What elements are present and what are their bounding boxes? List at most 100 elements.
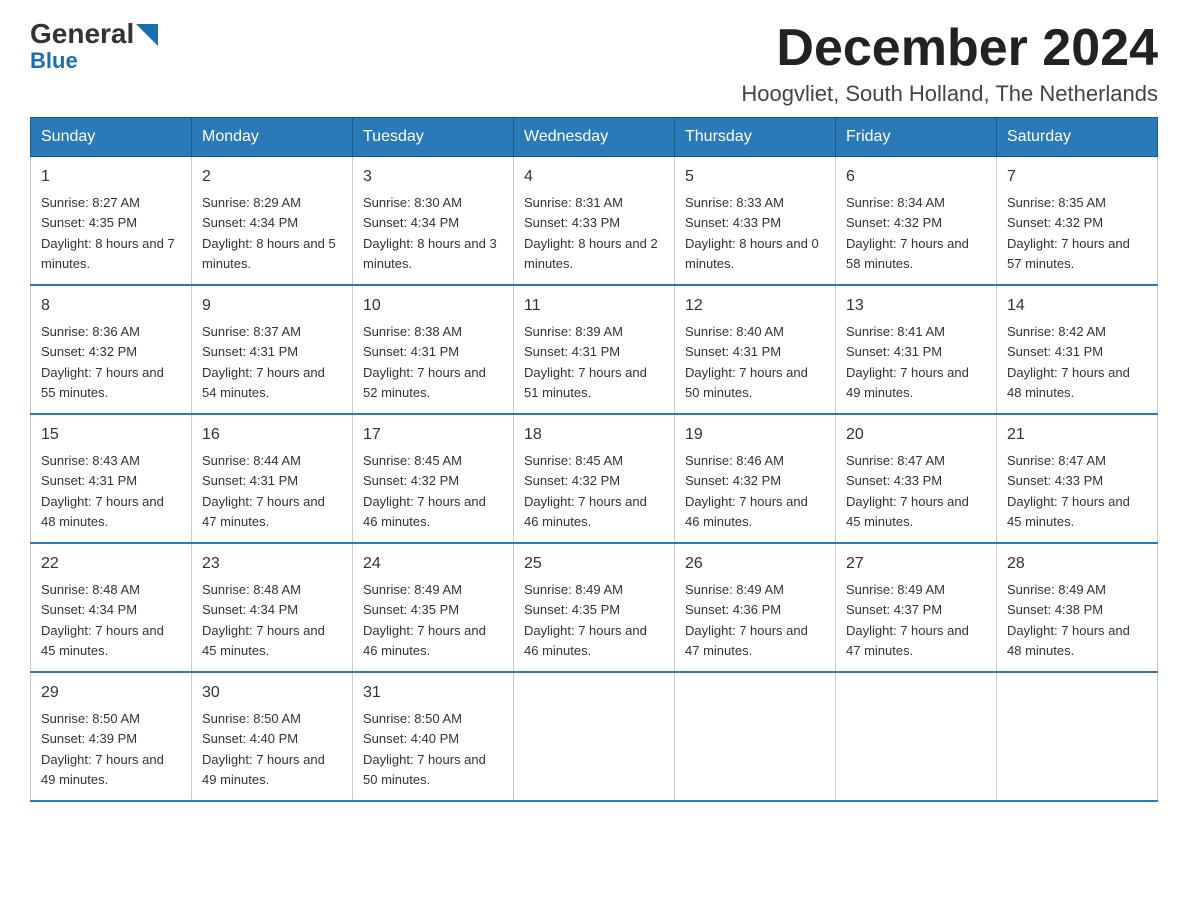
day-info: Sunrise: 8:36 AMSunset: 4:32 PMDaylight:… — [41, 324, 164, 400]
day-number: 4 — [524, 165, 664, 189]
calendar-cell: 27 Sunrise: 8:49 AMSunset: 4:37 PMDaylig… — [836, 543, 997, 672]
day-info: Sunrise: 8:29 AMSunset: 4:34 PMDaylight:… — [202, 195, 336, 271]
calendar-cell: 20 Sunrise: 8:47 AMSunset: 4:33 PMDaylig… — [836, 414, 997, 543]
calendar-cell: 16 Sunrise: 8:44 AMSunset: 4:31 PMDaylig… — [192, 414, 353, 543]
header: General Blue December 2024 Hoogvliet, So… — [30, 20, 1158, 107]
day-number: 10 — [363, 294, 503, 318]
day-info: Sunrise: 8:40 AMSunset: 4:31 PMDaylight:… — [685, 324, 808, 400]
calendar-cell: 14 Sunrise: 8:42 AMSunset: 4:31 PMDaylig… — [997, 285, 1158, 414]
day-number: 26 — [685, 552, 825, 576]
day-number: 28 — [1007, 552, 1147, 576]
logo-arrow-icon — [136, 24, 158, 46]
day-number: 7 — [1007, 165, 1147, 189]
day-info: Sunrise: 8:33 AMSunset: 4:33 PMDaylight:… — [685, 195, 819, 271]
day-number: 9 — [202, 294, 342, 318]
day-number: 25 — [524, 552, 664, 576]
day-number: 8 — [41, 294, 181, 318]
day-number: 3 — [363, 165, 503, 189]
day-info: Sunrise: 8:50 AMSunset: 4:40 PMDaylight:… — [363, 711, 486, 787]
day-number: 2 — [202, 165, 342, 189]
day-info: Sunrise: 8:49 AMSunset: 4:37 PMDaylight:… — [846, 582, 969, 658]
calendar-cell: 31 Sunrise: 8:50 AMSunset: 4:40 PMDaylig… — [353, 672, 514, 801]
title-area: December 2024 Hoogvliet, South Holland, … — [741, 20, 1158, 107]
day-info: Sunrise: 8:50 AMSunset: 4:39 PMDaylight:… — [41, 711, 164, 787]
calendar-cell: 26 Sunrise: 8:49 AMSunset: 4:36 PMDaylig… — [675, 543, 836, 672]
calendar-cell: 8 Sunrise: 8:36 AMSunset: 4:32 PMDayligh… — [31, 285, 192, 414]
day-info: Sunrise: 8:49 AMSunset: 4:35 PMDaylight:… — [524, 582, 647, 658]
day-info: Sunrise: 8:47 AMSunset: 4:33 PMDaylight:… — [1007, 453, 1130, 529]
day-number: 29 — [41, 681, 181, 705]
day-info: Sunrise: 8:49 AMSunset: 4:38 PMDaylight:… — [1007, 582, 1130, 658]
day-info: Sunrise: 8:45 AMSunset: 4:32 PMDaylight:… — [524, 453, 647, 529]
calendar-cell: 1 Sunrise: 8:27 AMSunset: 4:35 PMDayligh… — [31, 157, 192, 286]
calendar-body: 1 Sunrise: 8:27 AMSunset: 4:35 PMDayligh… — [31, 157, 1158, 802]
calendar-cell: 21 Sunrise: 8:47 AMSunset: 4:33 PMDaylig… — [997, 414, 1158, 543]
day-info: Sunrise: 8:43 AMSunset: 4:31 PMDaylight:… — [41, 453, 164, 529]
calendar-week-row: 29 Sunrise: 8:50 AMSunset: 4:39 PMDaylig… — [31, 672, 1158, 801]
day-info: Sunrise: 8:44 AMSunset: 4:31 PMDaylight:… — [202, 453, 325, 529]
day-info: Sunrise: 8:48 AMSunset: 4:34 PMDaylight:… — [41, 582, 164, 658]
weekday-header-sunday: Sunday — [31, 118, 192, 157]
calendar-cell: 2 Sunrise: 8:29 AMSunset: 4:34 PMDayligh… — [192, 157, 353, 286]
calendar-cell — [675, 672, 836, 801]
calendar-cell: 15 Sunrise: 8:43 AMSunset: 4:31 PMDaylig… — [31, 414, 192, 543]
calendar-cell: 7 Sunrise: 8:35 AMSunset: 4:32 PMDayligh… — [997, 157, 1158, 286]
calendar-cell — [514, 672, 675, 801]
day-info: Sunrise: 8:49 AMSunset: 4:36 PMDaylight:… — [685, 582, 808, 658]
logo: General Blue — [30, 20, 158, 72]
day-number: 18 — [524, 423, 664, 447]
day-number: 12 — [685, 294, 825, 318]
day-info: Sunrise: 8:39 AMSunset: 4:31 PMDaylight:… — [524, 324, 647, 400]
day-number: 15 — [41, 423, 181, 447]
calendar-cell: 10 Sunrise: 8:38 AMSunset: 4:31 PMDaylig… — [353, 285, 514, 414]
calendar-cell: 3 Sunrise: 8:30 AMSunset: 4:34 PMDayligh… — [353, 157, 514, 286]
calendar-cell: 24 Sunrise: 8:49 AMSunset: 4:35 PMDaylig… — [353, 543, 514, 672]
day-number: 30 — [202, 681, 342, 705]
day-number: 22 — [41, 552, 181, 576]
day-info: Sunrise: 8:27 AMSunset: 4:35 PMDaylight:… — [41, 195, 175, 271]
day-number: 11 — [524, 294, 664, 318]
calendar-cell: 13 Sunrise: 8:41 AMSunset: 4:31 PMDaylig… — [836, 285, 997, 414]
calendar-cell: 19 Sunrise: 8:46 AMSunset: 4:32 PMDaylig… — [675, 414, 836, 543]
day-info: Sunrise: 8:35 AMSunset: 4:32 PMDaylight:… — [1007, 195, 1130, 271]
day-info: Sunrise: 8:41 AMSunset: 4:31 PMDaylight:… — [846, 324, 969, 400]
day-info: Sunrise: 8:38 AMSunset: 4:31 PMDaylight:… — [363, 324, 486, 400]
calendar-header: SundayMondayTuesdayWednesdayThursdayFrid… — [31, 118, 1158, 157]
calendar-cell: 11 Sunrise: 8:39 AMSunset: 4:31 PMDaylig… — [514, 285, 675, 414]
day-number: 20 — [846, 423, 986, 447]
calendar-cell: 22 Sunrise: 8:48 AMSunset: 4:34 PMDaylig… — [31, 543, 192, 672]
weekday-header-monday: Monday — [192, 118, 353, 157]
day-info: Sunrise: 8:45 AMSunset: 4:32 PMDaylight:… — [363, 453, 486, 529]
calendar-cell: 6 Sunrise: 8:34 AMSunset: 4:32 PMDayligh… — [836, 157, 997, 286]
calendar-cell — [836, 672, 997, 801]
calendar-cell: 23 Sunrise: 8:48 AMSunset: 4:34 PMDaylig… — [192, 543, 353, 672]
calendar-cell — [997, 672, 1158, 801]
day-info: Sunrise: 8:30 AMSunset: 4:34 PMDaylight:… — [363, 195, 497, 271]
day-info: Sunrise: 8:31 AMSunset: 4:33 PMDaylight:… — [524, 195, 658, 271]
calendar-week-row: 15 Sunrise: 8:43 AMSunset: 4:31 PMDaylig… — [31, 414, 1158, 543]
day-number: 14 — [1007, 294, 1147, 318]
weekday-header-row: SundayMondayTuesdayWednesdayThursdayFrid… — [31, 118, 1158, 157]
day-number: 5 — [685, 165, 825, 189]
logo-blue: Blue — [30, 50, 78, 72]
day-number: 16 — [202, 423, 342, 447]
calendar-cell: 5 Sunrise: 8:33 AMSunset: 4:33 PMDayligh… — [675, 157, 836, 286]
calendar-cell: 29 Sunrise: 8:50 AMSunset: 4:39 PMDaylig… — [31, 672, 192, 801]
subtitle: Hoogvliet, South Holland, The Netherland… — [741, 81, 1158, 107]
day-number: 23 — [202, 552, 342, 576]
day-number: 24 — [363, 552, 503, 576]
day-info: Sunrise: 8:47 AMSunset: 4:33 PMDaylight:… — [846, 453, 969, 529]
weekday-header-thursday: Thursday — [675, 118, 836, 157]
day-number: 13 — [846, 294, 986, 318]
day-number: 6 — [846, 165, 986, 189]
day-number: 21 — [1007, 423, 1147, 447]
day-info: Sunrise: 8:42 AMSunset: 4:31 PMDaylight:… — [1007, 324, 1130, 400]
calendar-cell: 12 Sunrise: 8:40 AMSunset: 4:31 PMDaylig… — [675, 285, 836, 414]
weekday-header-wednesday: Wednesday — [514, 118, 675, 157]
calendar-cell: 9 Sunrise: 8:37 AMSunset: 4:31 PMDayligh… — [192, 285, 353, 414]
calendar-cell: 25 Sunrise: 8:49 AMSunset: 4:35 PMDaylig… — [514, 543, 675, 672]
day-number: 1 — [41, 165, 181, 189]
calendar-week-row: 22 Sunrise: 8:48 AMSunset: 4:34 PMDaylig… — [31, 543, 1158, 672]
calendar-cell: 30 Sunrise: 8:50 AMSunset: 4:40 PMDaylig… — [192, 672, 353, 801]
day-number: 27 — [846, 552, 986, 576]
